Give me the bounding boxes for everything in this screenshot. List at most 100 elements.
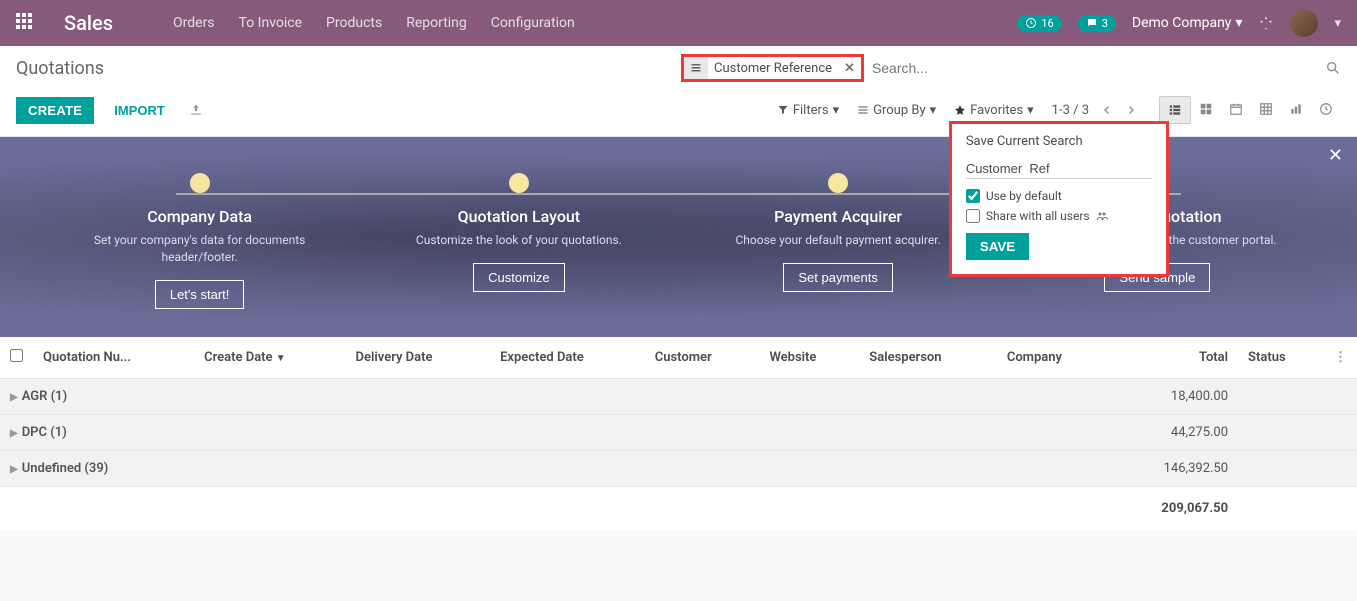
group-label: Undefined (39) — [22, 461, 109, 476]
group-row-agr[interactable]: ▶AGR (1) 18,400.00 — [0, 379, 1357, 415]
message-badge[interactable]: 3 — [1078, 15, 1116, 32]
pager-prev-icon[interactable] — [1097, 102, 1117, 118]
use-default-checkbox[interactable]: Use by default — [966, 189, 1152, 203]
step-title: Quotation Layout — [378, 207, 659, 226]
list-view-button[interactable] — [1159, 96, 1191, 124]
control-panel: Quotations Customer Reference ✕ CREATE I… — [0, 46, 1357, 137]
facet-remove-icon[interactable]: ✕ — [838, 61, 861, 76]
users-icon — [1096, 210, 1108, 222]
pivot-view-button[interactable] — [1251, 96, 1281, 124]
nav-reporting[interactable]: Reporting — [406, 15, 467, 31]
sort-desc-icon: ▼ — [276, 353, 286, 364]
company-menu[interactable]: Demo Company ▾ — [1132, 15, 1243, 31]
create-button[interactable]: CREATE — [16, 97, 94, 124]
debug-icon[interactable] — [1258, 15, 1274, 31]
list-view: Quotation Nu... Create Date ▼ Delivery D… — [0, 337, 1357, 530]
step-dot-icon — [190, 173, 210, 193]
step-button-lets-start[interactable]: Let's start! — [155, 280, 245, 309]
grand-total: 209,067.50 — [1109, 487, 1238, 531]
step-dot-icon — [509, 173, 529, 193]
th-salesperson[interactable]: Salesperson — [859, 337, 997, 379]
funnel-icon — [777, 104, 789, 116]
activity-view-button[interactable] — [1311, 96, 1341, 124]
activity-count: 16 — [1041, 17, 1053, 30]
th-website[interactable]: Website — [759, 337, 859, 379]
nav-products[interactable]: Products — [326, 15, 382, 31]
groupby-menu[interactable]: Group By ▾ — [857, 103, 936, 118]
step-title: Payment Acquirer — [698, 207, 979, 226]
th-create-date[interactable]: Create Date ▼ — [194, 337, 345, 379]
share-all-check[interactable] — [966, 209, 980, 223]
company-name: Demo Company — [1132, 15, 1232, 31]
search-facet: Customer Reference ✕ — [681, 54, 864, 82]
group-total: 44,275.00 — [1109, 415, 1238, 451]
group-total: 18,400.00 — [1109, 379, 1238, 415]
nav-configuration[interactable]: Configuration — [491, 15, 575, 31]
clock-icon — [1025, 17, 1037, 29]
chevron-right-icon: ▶ — [10, 464, 18, 475]
apps-icon[interactable] — [16, 13, 36, 33]
groupby-label: Group By — [873, 103, 926, 118]
step-button-customize[interactable]: Customize — [473, 263, 564, 292]
caret-down-icon: ▾ — [1027, 103, 1034, 118]
onboard-step-payment: Payment Acquirer Choose your default pay… — [698, 173, 979, 292]
search-view: Customer Reference ✕ — [681, 54, 1341, 82]
save-search-button[interactable]: SAVE — [966, 233, 1029, 260]
activity-badge[interactable]: 16 — [1017, 15, 1061, 32]
nav-to-invoice[interactable]: To Invoice — [239, 15, 303, 31]
th-quotation-number[interactable]: Quotation Nu... — [33, 337, 194, 379]
save-search-name-input[interactable] — [966, 159, 1152, 179]
pager-text: 1-3 / 3 — [1052, 103, 1089, 118]
group-row-undefined[interactable]: ▶Undefined (39) 146,392.50 — [0, 451, 1357, 487]
nav-orders[interactable]: Orders — [173, 15, 215, 31]
th-delivery-date[interactable]: Delivery Date — [346, 337, 491, 379]
caret-down-icon: ▾ — [1235, 15, 1242, 31]
filters-menu[interactable]: Filters ▾ — [777, 103, 839, 118]
save-search-title: Save Current Search — [966, 134, 1152, 149]
search-input[interactable] — [864, 56, 1325, 80]
favorites-dropdown: Save Current Search Use by default Share… — [949, 124, 1169, 277]
step-desc: Choose your default payment acquirer. — [698, 232, 979, 249]
pager: 1-3 / 3 — [1052, 102, 1141, 118]
search-icon[interactable] — [1325, 60, 1341, 76]
favorites-label: Favorites — [970, 103, 1023, 118]
group-label: DPC (1) — [22, 425, 67, 440]
column-options-icon[interactable]: ⋮ — [1334, 350, 1347, 365]
upload-icon[interactable] — [189, 103, 203, 117]
kanban-view-button[interactable] — [1191, 96, 1221, 124]
caret-down-icon: ▾ — [833, 103, 840, 118]
list-icon — [857, 104, 869, 116]
select-all-checkbox[interactable] — [10, 349, 23, 362]
step-desc: Customize the look of your quotations. — [378, 232, 659, 249]
th-customer[interactable]: Customer — [645, 337, 760, 379]
import-button[interactable]: IMPORT — [102, 97, 177, 124]
th-company[interactable]: Company — [997, 337, 1109, 379]
favorites-menu[interactable]: Favorites ▾ — [954, 103, 1034, 118]
step-button-set-payments[interactable]: Set payments — [783, 263, 893, 292]
user-caret-icon[interactable]: ▾ — [1334, 16, 1341, 31]
nav-links: Orders To Invoice Products Reporting Con… — [173, 15, 575, 31]
table-header-row: Quotation Nu... Create Date ▼ Delivery D… — [0, 337, 1357, 379]
th-expected-date[interactable]: Expected Date — [490, 337, 645, 379]
step-desc: Set your company's data for documents he… — [59, 232, 340, 266]
th-total[interactable]: Total — [1109, 337, 1238, 379]
step-dot-icon — [828, 173, 848, 193]
pager-next-icon[interactable] — [1121, 102, 1141, 118]
group-label: AGR (1) — [22, 389, 67, 404]
view-switcher — [1159, 96, 1341, 124]
pivot-icon — [1259, 102, 1273, 116]
filters-label: Filters — [793, 103, 829, 118]
facet-label: Customer Reference — [708, 61, 838, 76]
share-all-checkbox[interactable]: Share with all users — [966, 209, 1152, 223]
calendar-view-button[interactable] — [1221, 96, 1251, 124]
group-row-dpc[interactable]: ▶DPC (1) 44,275.00 — [0, 415, 1357, 451]
onboard-step-layout: Quotation Layout Customize the look of y… — [378, 173, 659, 292]
avatar[interactable] — [1290, 9, 1318, 37]
close-icon[interactable]: ✕ — [1328, 145, 1343, 166]
app-brand[interactable]: Sales — [64, 11, 113, 35]
use-default-check[interactable] — [966, 189, 980, 203]
th-status[interactable]: Status — [1238, 337, 1324, 379]
caret-down-icon: ▾ — [930, 103, 937, 118]
th-label: Create Date — [204, 350, 272, 365]
graph-view-button[interactable] — [1281, 96, 1311, 124]
